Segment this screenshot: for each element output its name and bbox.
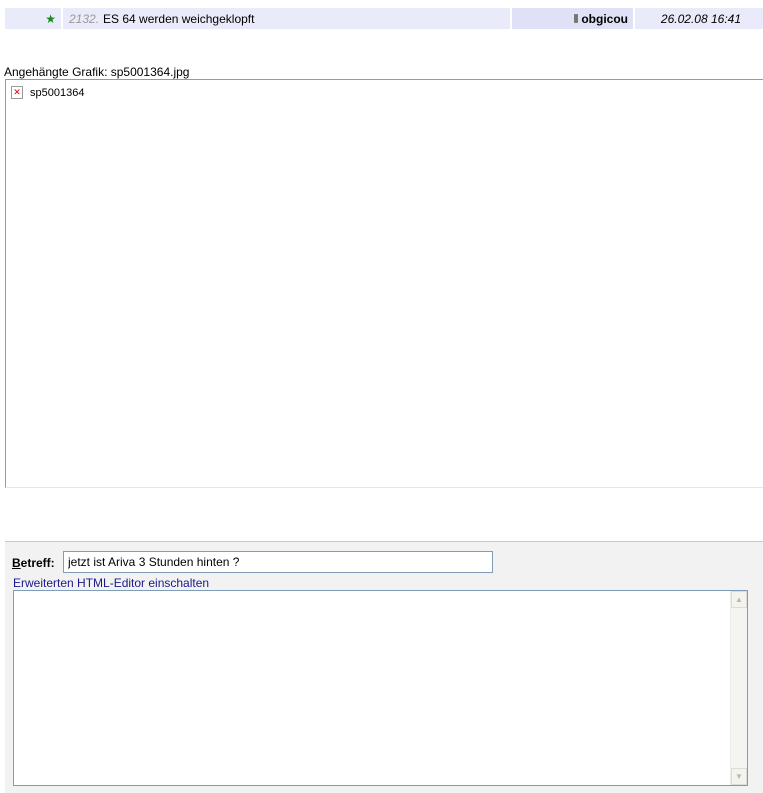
thread-row[interactable]: ★ 2132. ES 64 werden weichgeklopft obgic… [5,8,763,29]
subject-input[interactable] [63,551,493,573]
reply-form: Betreff: Erweiterten HTML-Editor einscha… [5,541,763,793]
forum-page: ★ 2132. ES 64 werden weichgeklopft obgic… [0,0,763,793]
message-textarea[interactable]: ▲ ▼ [13,590,748,786]
author-cell[interactable]: obgicou [512,8,633,29]
user-status-icon [574,14,579,23]
post-title-link[interactable]: ES 64 werden weichgeklopft [103,12,254,26]
attachment-frame: ✕ sp5001364 [5,79,763,488]
subject-label-accesskey: B [12,556,21,570]
post-title-cell[interactable]: 2132. ES 64 werden weichgeklopft [63,8,510,29]
subject-label: Betreff: [12,556,55,570]
subject-label-text: etreff: [20,556,55,570]
star-cell: ★ [5,8,61,29]
scroll-down-arrow-icon[interactable]: ▼ [731,768,747,785]
author-name[interactable]: obgicou [581,12,628,26]
attachment-label: Angehängte Grafik: sp5001364.jpg [4,65,190,79]
broken-image-icon: ✕ [11,86,23,99]
post-number: 2132. [69,11,100,26]
broken-image-alt: sp5001364 [30,86,85,99]
message-scrollbar[interactable]: ▲ ▼ [730,591,747,785]
broken-image[interactable]: ✕ sp5001364 [11,86,84,99]
post-date-cell: 26.02.08 16:41 [635,8,763,29]
scroll-up-arrow-icon[interactable]: ▲ [731,591,747,608]
html-editor-toggle-link[interactable]: Erweiterten HTML-Editor einschalten [13,576,209,590]
star-icon: ★ [45,11,56,26]
post-datetime: 26.02.08 16:41 [660,11,741,26]
